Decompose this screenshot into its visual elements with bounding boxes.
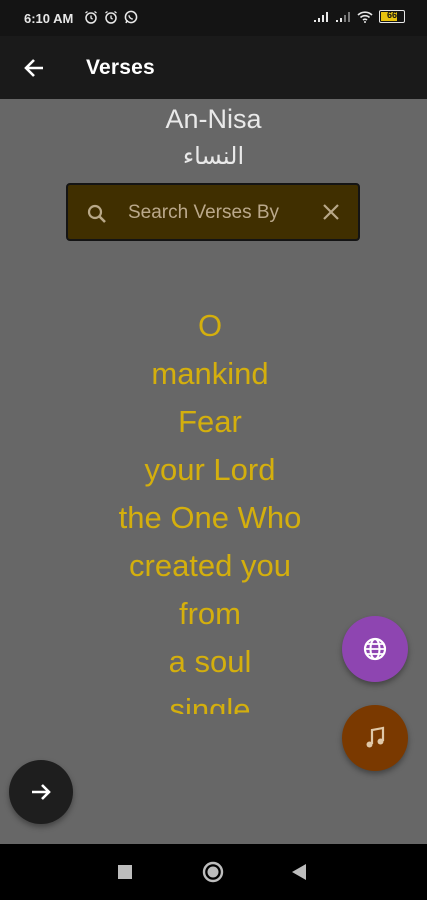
app-bar: Verses	[0, 36, 427, 99]
verse-line: the One Who	[118, 500, 302, 535]
battery-level: 66	[386, 10, 397, 20]
verse-line: mankind	[151, 356, 269, 391]
system-navigation-bar	[0, 844, 427, 900]
whatsapp-icon	[124, 10, 138, 24]
verse-line: created you	[129, 548, 291, 583]
signal-icon	[314, 11, 328, 22]
surah-name-arabic: النساء	[182, 143, 245, 170]
verse-line: Fear	[178, 404, 242, 439]
translation-language-button[interactable]	[342, 616, 408, 682]
alarm-icon	[105, 10, 117, 24]
status-bar: 6:10 AM 66	[0, 0, 427, 36]
wifi-icon	[357, 10, 373, 23]
search-input[interactable]	[128, 197, 314, 229]
close-icon[interactable]	[320, 201, 342, 223]
next-verse-button[interactable]	[9, 760, 73, 824]
status-time: 6:10 AM	[24, 11, 74, 26]
verse-line: single	[169, 692, 251, 714]
search-bar	[66, 183, 360, 241]
back-button[interactable]	[14, 48, 54, 88]
arrow-forward-icon	[32, 784, 51, 800]
alarm-icon	[85, 10, 97, 24]
search-icon	[87, 204, 106, 223]
signal-icon	[336, 11, 350, 22]
status-notification-icons	[84, 10, 138, 24]
status-system-icons: 66	[313, 10, 405, 23]
page-title: Verses	[86, 56, 155, 79]
arrow-back-icon	[24, 59, 43, 77]
battery-icon: 66	[379, 10, 405, 23]
verse-line: from	[179, 596, 241, 631]
surah-name-english: An-Nisa	[165, 104, 262, 134]
home-circle-icon[interactable]	[202, 861, 224, 883]
back-triangle-icon[interactable]	[292, 864, 306, 880]
audio-play-button[interactable]	[342, 705, 408, 771]
recents-square-icon[interactable]	[118, 865, 132, 879]
music-note-icon	[366, 726, 385, 748]
verse-line: O	[197, 308, 223, 343]
globe-icon	[363, 637, 387, 661]
verse-line: a soul	[168, 644, 252, 679]
verse-text: O mankind Fear your Lord the One Who cre…	[60, 302, 360, 714]
verse-line: your Lord	[144, 452, 276, 487]
